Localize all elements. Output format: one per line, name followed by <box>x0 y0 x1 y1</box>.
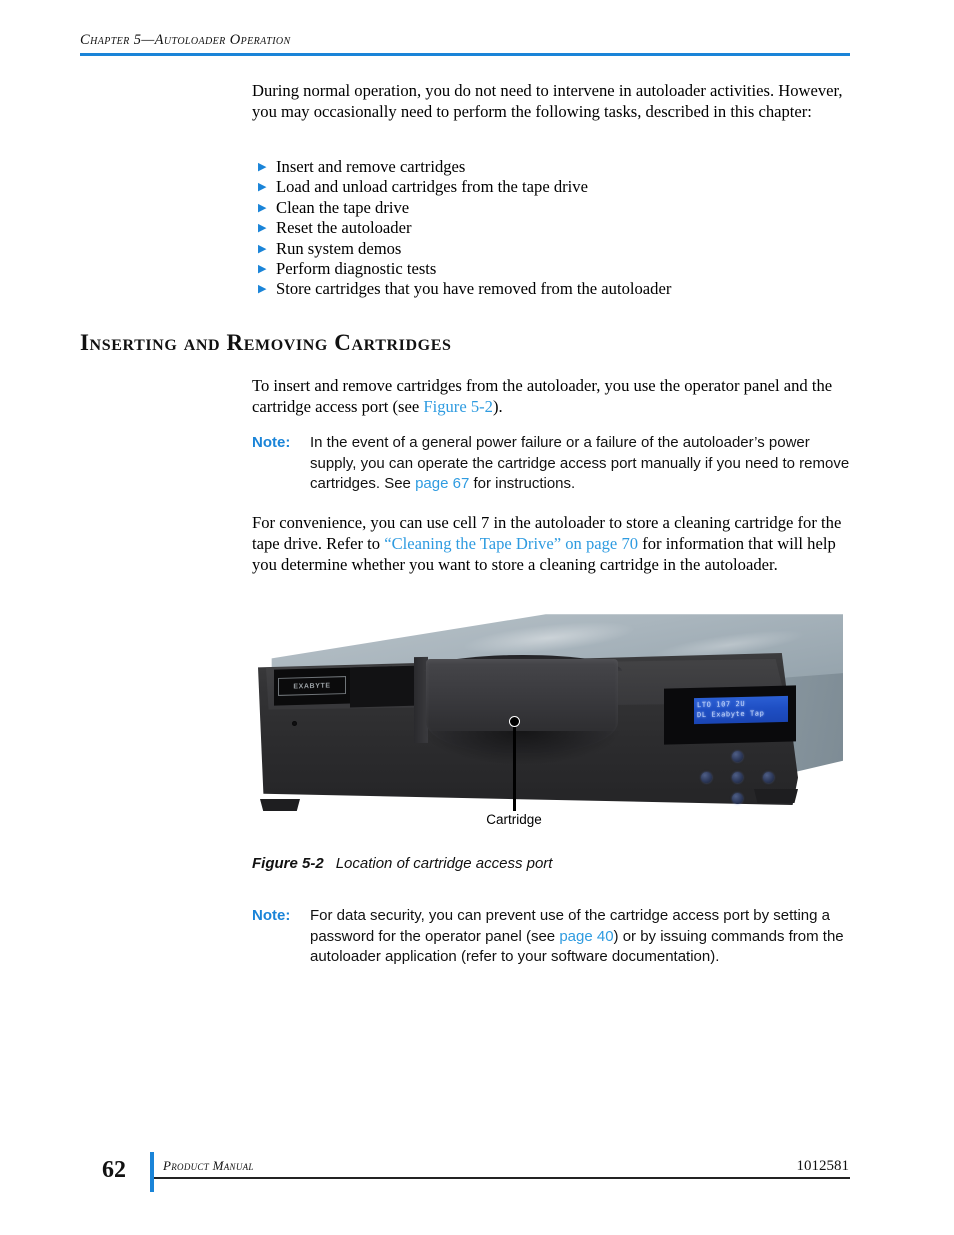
figure-caption-text: Location of cartridge access port <box>335 855 553 872</box>
convenience-paragraph: For convenience, you can use cell 7 in t… <box>252 512 852 575</box>
exabyte-logo-icon: EXABYTE <box>278 676 346 696</box>
list-item-label: Perform diagnostic tests <box>276 258 437 278</box>
note-body: In the event of a general power failure … <box>310 433 860 495</box>
device-foot-right <box>754 789 798 803</box>
page-40-link[interactable]: page 40 <box>559 928 613 945</box>
list-item: ▶ Store cartridges that you have removed… <box>258 279 858 299</box>
operator-button-enter <box>732 772 743 783</box>
list-item: ▶ Run system demos <box>258 239 858 259</box>
port-shadow <box>422 731 622 765</box>
section-intro-text-before: To insert and remove cartridges from the… <box>252 376 833 416</box>
status-led-icon <box>292 721 297 726</box>
note-body: For data security, you can prevent use o… <box>310 906 860 968</box>
page-header: Chapter 5—Autoloader Operation <box>80 32 850 56</box>
figure-caption-number: Figure 5-2 <box>252 855 324 872</box>
list-item-label: Store cartridges that you have removed f… <box>276 279 672 299</box>
callout-leader-line <box>513 723 516 811</box>
callout-dot <box>509 716 520 727</box>
triangle-bullet-icon: ▶ <box>258 222 267 235</box>
note-block-power-failure: Note: In the event of a general power fa… <box>252 433 860 495</box>
list-item: ▶ Load and unload cartridges from the ta… <box>258 177 858 197</box>
figure-5-2: EXABYTE LTO 107 2U DL Exabyte Tap Cartri… <box>254 611 843 827</box>
intro-paragraph: During normal operation, you do not need… <box>252 81 843 121</box>
figure-5-2-link[interactable]: Figure 5-2 <box>423 397 493 416</box>
callout-label-cartridge-access-port: Cartridge access port <box>444 811 584 827</box>
list-item-label: Insert and remove cartridges <box>276 157 466 176</box>
list-item: ▶ Reset the autoloader <box>258 218 858 238</box>
triangle-bullet-icon: ▶ <box>258 283 267 296</box>
list-item: ▶ Perform diagnostic tests <box>258 259 858 279</box>
list-item: ▶ Insert and remove cartridges <box>258 157 858 177</box>
cleaning-tape-drive-link[interactable]: “Cleaning the Tape Drive” on page 70 <box>384 534 638 553</box>
lcd-line-2: DL Exabyte Tap <box>697 709 765 720</box>
figure-caption: Figure 5-2 Location of cartridge access p… <box>252 855 552 872</box>
list-item-label: Reset the autoloader <box>276 218 412 238</box>
triangle-bullet-icon: ▶ <box>258 242 267 255</box>
list-item-label: Clean the tape drive <box>276 197 410 217</box>
triangle-bullet-icon: ▶ <box>258 201 267 214</box>
operator-button-down <box>732 793 743 804</box>
operator-button-right <box>763 772 774 783</box>
footer-rule <box>154 1177 850 1179</box>
list-item-label: Load and unload cartridges from the tape… <box>276 177 588 197</box>
triangle-bullet-icon: ▶ <box>258 262 267 275</box>
lcd-display: LTO 107 2U DL Exabyte Tap <box>694 695 788 725</box>
operator-button-up <box>732 751 743 762</box>
note-label: Note: <box>252 907 291 924</box>
document-page: Chapter 5—Autoloader Operation During no… <box>0 0 954 1235</box>
section-intro-text-after: ). <box>492 397 503 416</box>
chapter-title: Chapter 5—Autoloader Operation <box>80 32 291 48</box>
operator-button-left <box>701 772 712 783</box>
note-label: Note: <box>252 434 291 451</box>
header-rule <box>80 53 850 56</box>
page-67-link[interactable]: page 67 <box>415 475 469 492</box>
section-intro-paragraph: To insert and remove cartridges from the… <box>252 375 852 417</box>
list-item: ▶ Clean the tape drive <box>258 198 858 218</box>
triangle-bullet-icon: ▶ <box>258 181 267 194</box>
section-heading: Inserting and Removing Cartridges <box>80 330 452 355</box>
task-list: ▶ Insert and remove cartridges ▶ Load an… <box>258 157 858 300</box>
autoloader-photo: EXABYTE LTO 107 2U DL Exabyte Tap Cartri… <box>254 611 843 827</box>
logo-text: EXABYTE <box>293 681 331 691</box>
device-foot-left <box>260 799 300 811</box>
callout-label-line-1: Cartridge <box>486 812 542 827</box>
note-block-data-security: Note: For data security, you can prevent… <box>252 906 860 968</box>
triangle-bullet-icon: ▶ <box>258 161 267 173</box>
footer-document-number: 1012581 <box>796 1158 850 1174</box>
list-item-label: Run system demos <box>276 238 402 258</box>
note-text-after: for instructions. <box>469 475 576 492</box>
note-text-before: In the event of a general power failure … <box>310 434 850 492</box>
